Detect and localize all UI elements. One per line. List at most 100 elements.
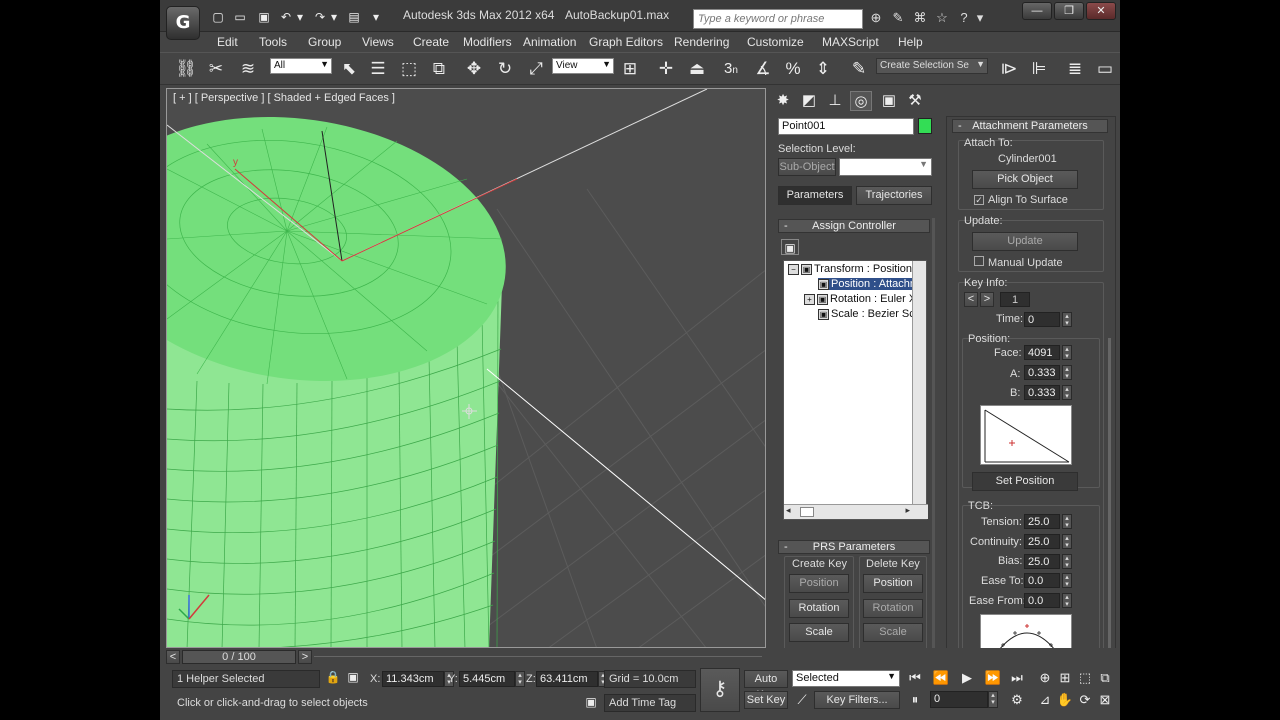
align-icon[interactable]: ⊫ [1028, 58, 1050, 80]
undo-dropdown-icon[interactable]: ▾ [292, 9, 308, 25]
attachment-parameters-rollout[interactable]: - Attachment Parameters [952, 119, 1108, 133]
sub-object-button[interactable]: Sub-Object [778, 158, 836, 176]
menu-help[interactable]: Help [898, 35, 923, 49]
tree-scrollbar-horizontal[interactable]: ◂ ▸ [784, 504, 928, 519]
menu-edit[interactable]: Edit [217, 35, 238, 49]
select-and-link-icon[interactable]: ⛓ [175, 58, 197, 80]
ease-to-spinner[interactable]: ▴ ▾ [1062, 573, 1072, 588]
pick-object-button[interactable]: Pick Object [972, 170, 1078, 189]
y-spinner[interactable]: ▴ ▾ [515, 671, 525, 687]
quick-access-menu-icon[interactable]: ▾ [368, 9, 384, 25]
prev-key-button[interactable]: < [964, 292, 978, 307]
tension-spinner[interactable]: ▴ ▾ [1062, 514, 1072, 529]
menu-customize[interactable]: Customize [747, 35, 804, 49]
face-position-preview[interactable] [980, 405, 1072, 465]
ease-from-field[interactable]: 0.0 [1024, 593, 1060, 608]
previous-frame-icon[interactable]: ⏪ [930, 669, 952, 687]
app-logo-button[interactable]: G [166, 6, 200, 40]
restore-button[interactable]: ❐ [1054, 2, 1084, 20]
current-frame-field[interactable]: 0 [930, 691, 988, 708]
sub-object-dropdown[interactable]: ▼ [839, 158, 932, 176]
tree-item-rotation[interactable]: + ▣ Rotation : Euler X [804, 293, 916, 305]
scale-icon[interactable]: ⤢ [525, 58, 547, 80]
add-time-tag-button[interactable]: Add Time Tag [604, 694, 696, 712]
assign-controller-icon[interactable]: ▣ [781, 239, 799, 255]
go-to-start-icon[interactable]: ⏮ [904, 669, 926, 687]
assign-controller-rollout[interactable]: - Assign Controller [778, 219, 930, 233]
tension-field[interactable]: 25.0 [1024, 514, 1060, 529]
pivot-center-icon[interactable]: ⊞ [619, 58, 641, 80]
a-field[interactable]: 0.333 [1024, 365, 1060, 380]
next-frame-icon[interactable]: ⏩ [982, 669, 1004, 687]
viewport-label[interactable]: [ + ] [ Perspective ] [ Shaded + Edged F… [173, 92, 395, 104]
perspective-viewport[interactable]: [ + ] [ Perspective ] [ Shaded + Edged F… [166, 88, 766, 648]
select-object-icon[interactable]: ⬉ [338, 58, 360, 80]
layer-manager-icon[interactable]: ≣ [1064, 58, 1086, 80]
motion-tab-icon[interactable]: ◎ [850, 91, 872, 111]
key-mode-dropdown[interactable]: Selected ▼ [792, 670, 900, 687]
create-tab-icon[interactable]: ✸ [772, 91, 794, 111]
play-icon[interactable]: ▶ [956, 669, 978, 687]
modify-tab-icon[interactable]: ◩ [798, 91, 820, 111]
snaps-toggle-icon[interactable]: 3n [720, 58, 742, 80]
face-field[interactable]: 4091 [1024, 345, 1060, 360]
keyboard-shortcut-override-icon[interactable]: ⏏ [686, 58, 708, 80]
menu-tools[interactable]: Tools [259, 35, 287, 49]
track-bar[interactable] [314, 656, 762, 657]
help-icon[interactable]: ? [956, 10, 972, 26]
search-input[interactable]: Type a keyword or phrase [693, 9, 863, 29]
field-of-view-icon[interactable]: ⊿ [1034, 691, 1056, 709]
selection-lock-icon[interactable]: 🔒 [325, 669, 341, 685]
trajectories-tab-button[interactable]: Trajectories [856, 186, 932, 205]
menu-maxscript[interactable]: MAXScript [822, 35, 879, 49]
binoculars-icon[interactable]: ⊕ [868, 10, 884, 26]
timeline-prev-button[interactable]: < [166, 650, 180, 664]
x-coordinate-field[interactable]: 11.343cm [382, 671, 444, 687]
key-filters-button[interactable]: Key Filters... [814, 691, 900, 709]
tools-icon[interactable]: ✎ [890, 10, 906, 26]
orbit-icon[interactable]: ⟳ [1074, 691, 1096, 709]
minimize-button[interactable]: — [1022, 2, 1052, 20]
set-key-button[interactable]: Set Key [744, 691, 788, 709]
face-spinner[interactable]: ▴ ▾ [1062, 345, 1072, 360]
window-crossing-icon[interactable]: ⧉ [428, 58, 450, 80]
edit-named-selection-icon[interactable]: ✎ [848, 58, 870, 80]
time-configuration-icon[interactable]: ⚙ [1006, 691, 1028, 709]
utilities-tab-icon[interactable]: ⚒ [904, 91, 926, 111]
close-button[interactable]: ✕ [1086, 2, 1116, 20]
save-file-icon[interactable]: ▣ [256, 9, 272, 25]
menu-animation[interactable]: Animation [523, 35, 576, 49]
time-slider[interactable]: 0 / 100 [182, 650, 296, 664]
new-file-icon[interactable]: ▢ [210, 9, 226, 25]
z-coordinate-field[interactable]: 63.411cm [536, 671, 598, 687]
favorites-star-icon[interactable]: ☆ [934, 10, 950, 26]
timeline-next-button[interactable]: > [298, 650, 312, 664]
align-to-surface-checkbox[interactable]: ✓ Align To Surface [974, 194, 1068, 206]
create-rotation-key-button[interactable]: Rotation [789, 599, 849, 618]
menu-modifiers[interactable]: Modifiers [463, 35, 512, 49]
manual-update-checkbox[interactable]: Manual Update [974, 256, 1063, 269]
ease-from-spinner[interactable]: ▴ ▾ [1062, 593, 1072, 608]
auto-key-button[interactable]: Auto Key [744, 670, 788, 701]
create-scale-key-button[interactable]: Scale [789, 623, 849, 642]
selection-filter-dropdown[interactable]: All ▼ [270, 58, 332, 74]
rectangular-selection-icon[interactable]: ⬚ [398, 58, 420, 80]
time-field[interactable]: 0 [1024, 312, 1060, 327]
create-position-key-button[interactable]: Position [789, 574, 849, 593]
set-position-button[interactable]: Set Position [972, 472, 1078, 491]
go-to-end-icon[interactable]: ⏭ [1006, 669, 1028, 687]
time-spinner[interactable]: ▴ ▾ [1062, 312, 1072, 327]
redo-dropdown-icon[interactable]: ▾ [326, 9, 342, 25]
tree-item-position[interactable]: ▣ Position : Attachm [818, 278, 920, 290]
delete-rotation-key-button[interactable]: Rotation [863, 599, 923, 618]
tree-item-transform[interactable]: − ▣ Transform : Position/ [788, 263, 915, 275]
next-key-button[interactable]: > [980, 292, 994, 307]
maximize-viewport-icon[interactable]: ⊠ [1094, 691, 1116, 709]
set-key-mode-icon[interactable]: ⚷ [700, 668, 740, 712]
communication-center-icon[interactable]: ⌘ [912, 10, 928, 26]
zoom-all-icon[interactable]: ⊞ [1054, 669, 1076, 687]
zoom-extents-icon[interactable]: ⬚ [1074, 669, 1096, 687]
menu-graph-editors[interactable]: Graph Editors [589, 35, 663, 49]
continuity-spinner[interactable]: ▴ ▾ [1062, 534, 1072, 549]
prs-parameters-rollout[interactable]: - PRS Parameters [778, 540, 930, 554]
